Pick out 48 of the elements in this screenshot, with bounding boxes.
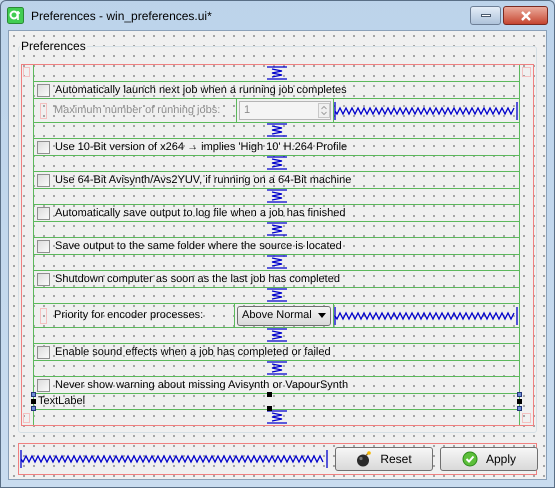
checkbox-label: Automatically save output to log file when a job has finished xyxy=(55,206,346,221)
checkbox[interactable] xyxy=(37,378,50,392)
layout-marker xyxy=(23,413,30,423)
vertical-spacer xyxy=(266,288,286,302)
layout-marker xyxy=(23,67,30,77)
layout-marker xyxy=(522,67,531,77)
checkbox[interactable] xyxy=(37,346,50,358)
checkbox-label: Save output to the same folder where the source is located xyxy=(55,238,342,254)
checkbox[interactable] xyxy=(37,206,50,220)
window-title: Preferences - win_preferences.ui* xyxy=(31,8,212,24)
check-icon xyxy=(462,451,478,467)
vertical-spacer xyxy=(266,123,286,137)
checkbox[interactable] xyxy=(37,140,50,154)
close-button[interactable] xyxy=(503,6,548,25)
checkbox[interactable] xyxy=(37,84,50,96)
vertical-spacer xyxy=(266,222,286,236)
close-icon xyxy=(520,10,532,20)
checkbox[interactable] xyxy=(37,240,50,252)
minimize-icon xyxy=(480,14,490,17)
bomb-icon xyxy=(356,451,372,467)
caret-icon xyxy=(318,313,326,318)
apply-button[interactable]: Apply xyxy=(440,447,538,471)
layout-marker xyxy=(40,102,46,118)
minimize-button[interactable] xyxy=(470,6,501,25)
reset-button[interactable]: Reset xyxy=(335,447,433,471)
vertical-spacer xyxy=(266,189,286,203)
checkbox-label: Use 64-Bit Avisynth/Avs2YUV, if running on a 64-Bit machine xyxy=(55,172,352,188)
vertical-spacer xyxy=(266,255,286,269)
vertical-spacer xyxy=(266,66,286,80)
field-label: Priority for encoder processes: xyxy=(53,308,204,324)
priority-dropdown[interactable]: Above Normal xyxy=(237,306,331,326)
app-icon xyxy=(7,7,24,24)
checkbox-label: Never show warning about missing Avisynth or VapourSynth xyxy=(55,378,348,393)
checkbox-label: Enable sound effects when a job has completed or failed xyxy=(55,344,331,360)
checkbox-label: Automatically launch next job when a running job completes xyxy=(55,82,347,98)
checkbox[interactable] xyxy=(37,272,50,286)
vertical-spacer xyxy=(266,361,286,375)
selection-handles[interactable] xyxy=(34,394,519,409)
vertical-spacer xyxy=(266,156,286,170)
layout-marker xyxy=(522,413,531,423)
text-label: TextLabel xyxy=(38,394,86,410)
checkbox-label: Shutdown computer as soon as the last job has completed xyxy=(55,272,340,287)
checkbox-label: Use 10-Bit version of x264 → implies 'High 10' H.264 Profile xyxy=(55,140,348,155)
field-label: Maximum number of running jobs: xyxy=(53,103,222,118)
checkbox[interactable] xyxy=(37,174,50,186)
layout-marker xyxy=(40,308,46,324)
vertical-spacer xyxy=(266,328,286,342)
vertical-spacer xyxy=(266,410,286,424)
